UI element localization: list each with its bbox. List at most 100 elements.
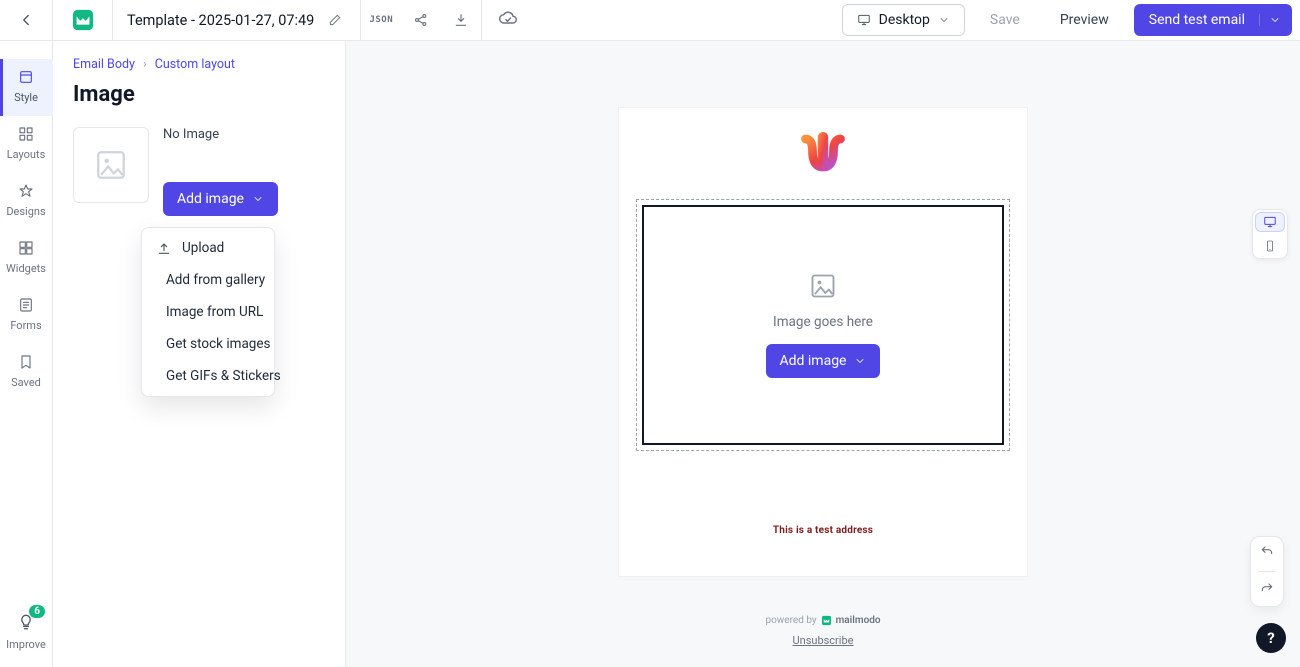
- rail-item-forms[interactable]: Forms: [0, 287, 53, 344]
- image-slot-inner[interactable]: Image goes here Add image: [642, 205, 1004, 445]
- upload-icon: [156, 240, 172, 256]
- powered-by-text: powered by: [765, 615, 816, 626]
- canvas-add-image-label: Add image: [780, 353, 847, 369]
- image-placeholder-icon: [809, 272, 837, 300]
- breadcrumb-sep: ›: [143, 57, 147, 72]
- share-icon: [413, 12, 429, 28]
- template-title: Template - 2025-01-27, 07:49: [127, 12, 314, 29]
- download-icon: [453, 12, 469, 28]
- crumb-custom-layout[interactable]: Custom layout: [155, 57, 235, 72]
- add-image-button[interactable]: Add image: [163, 182, 278, 216]
- top-bar: Template - 2025-01-27, 07:49 JSON Deskto…: [0, 0, 1300, 41]
- rail-item-widgets[interactable]: Widgets: [0, 230, 53, 287]
- layouts-icon: [18, 126, 34, 142]
- rail-item-label: Designs: [6, 205, 45, 218]
- undo-icon: [1259, 543, 1275, 559]
- email-meta-footer: powered by mailmodo Unsubscribe: [618, 587, 1028, 647]
- body-row: Style Layouts Designs Widgets Forms Save…: [0, 41, 1300, 667]
- rail-item-label: Widgets: [6, 262, 46, 275]
- no-image-label: No Image: [163, 127, 278, 142]
- add-image-menu: Upload Add from gallery Image from URL G…: [141, 227, 275, 397]
- menu-gifs-stickers[interactable]: Get GIFs & Stickers: [142, 360, 274, 392]
- rail-item-designs[interactable]: Designs: [0, 173, 53, 230]
- undo-button[interactable]: [1259, 543, 1275, 563]
- chevron-down-icon: [252, 193, 264, 205]
- menu-add-from-gallery[interactable]: Add from gallery: [142, 264, 274, 296]
- improve-badge: 6: [29, 605, 45, 618]
- topbar-tools: JSON: [361, 0, 482, 40]
- saved-icon: [18, 354, 34, 370]
- rail-item-label: Style: [14, 91, 38, 104]
- menu-item-label: Add from gallery: [166, 272, 265, 288]
- rail-item-style[interactable]: Style: [0, 59, 53, 116]
- image-placeholder-icon: [94, 148, 128, 182]
- top-bar-right: Desktop Save Preview Send test email: [842, 4, 1300, 36]
- menu-upload[interactable]: Upload: [142, 232, 274, 264]
- help-button[interactable]: ?: [1256, 623, 1286, 653]
- desktop-icon: [1263, 215, 1277, 229]
- send-caret[interactable]: [1259, 14, 1283, 26]
- rail-item-layouts[interactable]: Layouts: [0, 116, 53, 173]
- image-block-info: No Image Add image: [163, 127, 278, 216]
- history-controls: [1250, 536, 1284, 607]
- menu-item-label: Get GIFs & Stickers: [166, 368, 281, 384]
- forms-icon: [18, 297, 34, 313]
- chevron-down-icon: [1269, 14, 1281, 26]
- chevron-down-icon: [854, 355, 866, 367]
- left-rail: Style Layouts Designs Widgets Forms Save…: [0, 41, 53, 667]
- device-toggle-desktop[interactable]: [1255, 212, 1285, 232]
- send-test-email-button[interactable]: Send test email: [1134, 4, 1292, 36]
- side-panel: Email Body › Custom layout Image No Imag…: [53, 41, 346, 667]
- canvas[interactable]: Image goes here Add image This is a test…: [346, 41, 1300, 667]
- download-button[interactable]: [441, 0, 481, 40]
- image-placeholder-text: Image goes here: [773, 314, 873, 330]
- brand-logo[interactable]: [53, 0, 113, 40]
- json-icon: JSON: [369, 15, 393, 25]
- rail-item-label: Forms: [10, 319, 41, 332]
- image-slot-outer[interactable]: Image goes here Add image: [636, 199, 1010, 451]
- breadcrumb: Email Body › Custom layout: [73, 57, 325, 72]
- arrow-left-icon: [17, 11, 35, 29]
- image-thumbnail[interactable]: [73, 127, 149, 203]
- send-label: Send test email: [1149, 12, 1245, 28]
- question-icon: ?: [1267, 629, 1274, 647]
- json-button[interactable]: JSON: [361, 0, 401, 40]
- template-title-cell: Template - 2025-01-27, 07:49: [113, 0, 361, 40]
- image-block-row: No Image Add image: [73, 127, 325, 216]
- menu-item-label: Image from URL: [166, 304, 263, 320]
- preview-button[interactable]: Preview: [1045, 4, 1124, 36]
- powered-by: powered by mailmodo: [765, 615, 880, 626]
- history-sep: [1258, 571, 1276, 572]
- redo-icon: [1259, 580, 1275, 596]
- menu-stock-images[interactable]: Get stock images: [142, 328, 274, 360]
- rail-item-saved[interactable]: Saved: [0, 344, 53, 401]
- rail-item-improve[interactable]: 6 Improve: [0, 613, 53, 667]
- email-preview[interactable]: Image goes here Add image This is a test…: [618, 107, 1028, 577]
- crumb-email-body[interactable]: Email Body: [73, 57, 135, 72]
- cloud-sync-status: [482, 8, 534, 32]
- share-button[interactable]: [401, 0, 441, 40]
- device-toggle: [1252, 209, 1288, 259]
- device-selector-label: Desktop: [879, 12, 930, 28]
- menu-image-from-url[interactable]: Image from URL: [142, 296, 274, 328]
- canvas-add-image-button[interactable]: Add image: [766, 344, 881, 378]
- panel-heading: Image: [73, 82, 325, 107]
- menu-item-label: Get stock images: [166, 336, 271, 352]
- save-button[interactable]: Save: [975, 4, 1035, 36]
- edit-title-button[interactable]: [324, 9, 346, 31]
- rail-item-label: Saved: [11, 376, 41, 389]
- top-bar-left: Template - 2025-01-27, 07:49 JSON: [0, 0, 534, 40]
- device-toggle-mobile[interactable]: [1253, 234, 1287, 258]
- menu-item-label: Upload: [182, 240, 224, 256]
- redo-button[interactable]: [1259, 580, 1275, 600]
- style-icon: [18, 69, 34, 85]
- preview-label: Preview: [1060, 12, 1109, 28]
- desktop-icon: [857, 13, 871, 27]
- device-selector[interactable]: Desktop: [842, 4, 965, 36]
- brand-name: mailmodo: [836, 615, 881, 626]
- back-button[interactable]: [0, 0, 53, 40]
- mailmodo-logo-icon: [72, 9, 94, 31]
- unsubscribe-link[interactable]: Unsubscribe: [793, 634, 854, 647]
- cloud-check-icon: [498, 8, 518, 28]
- pencil-icon: [328, 13, 342, 27]
